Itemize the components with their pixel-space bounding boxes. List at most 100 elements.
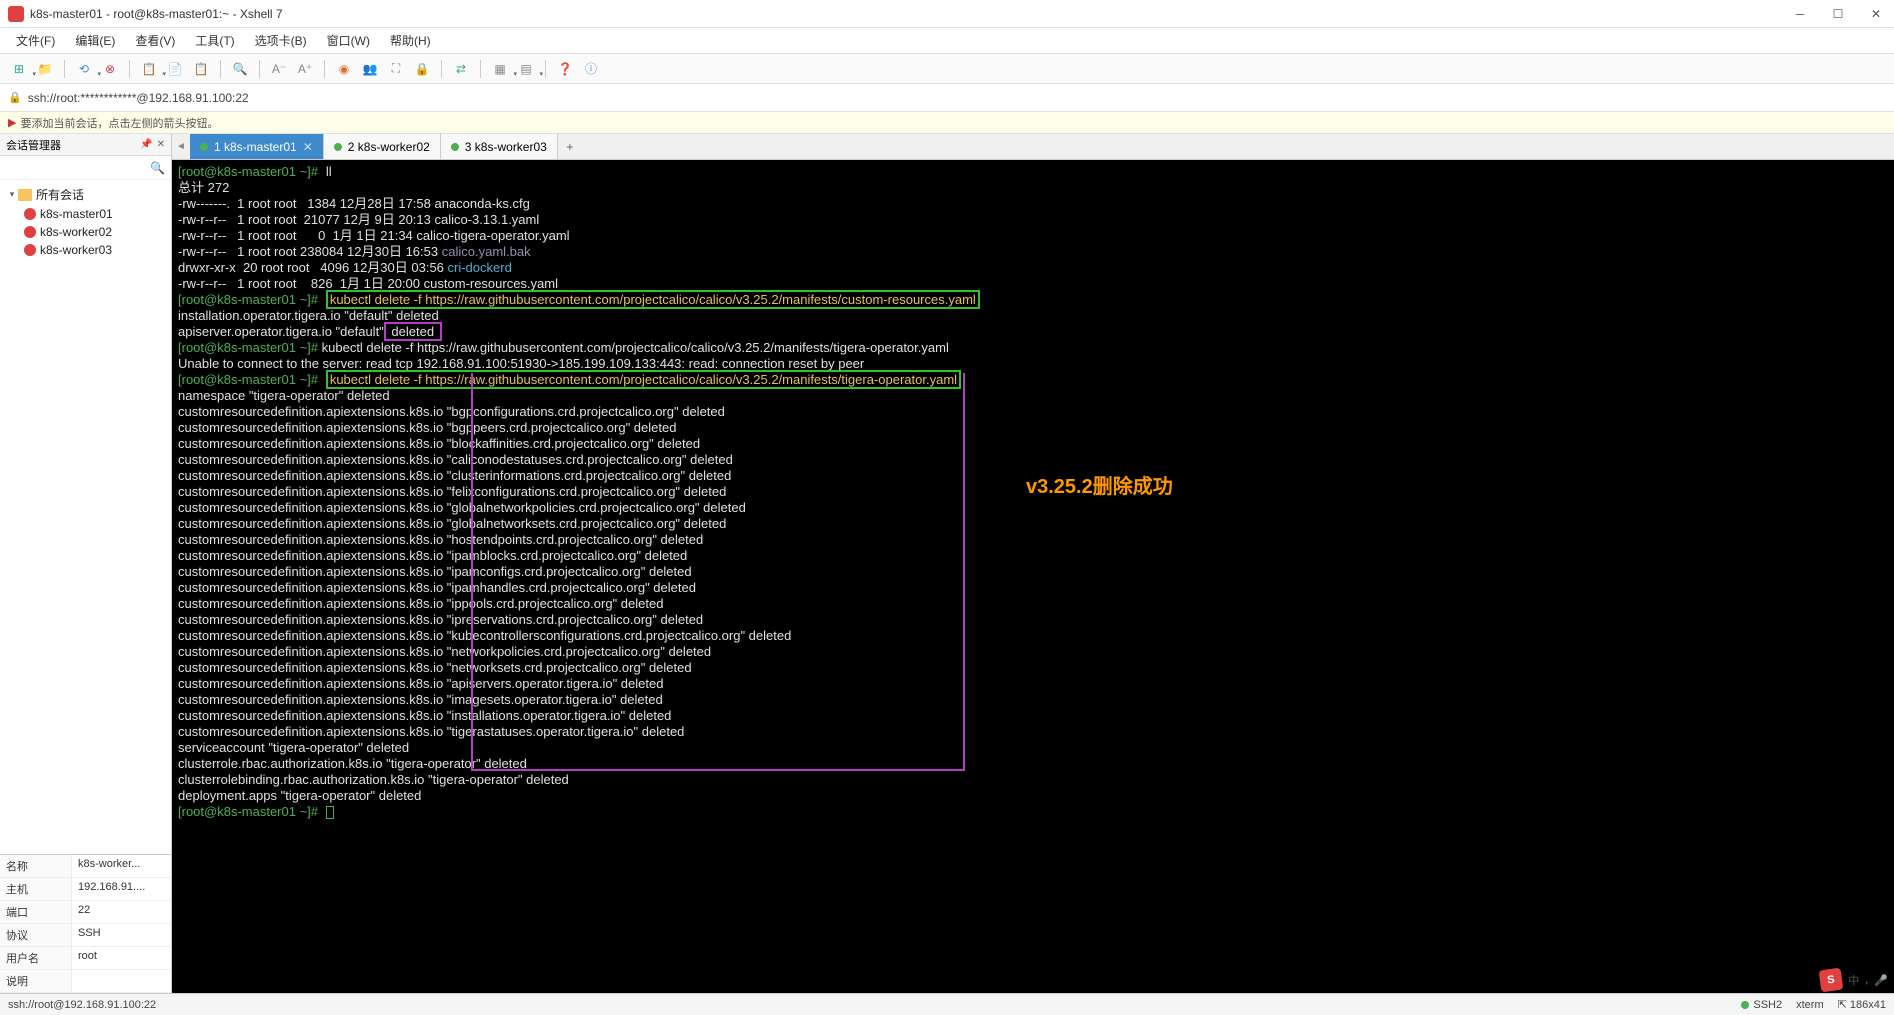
separator — [545, 60, 546, 78]
addressbar: 🔒 ssh://root:************@192.168.91.100… — [0, 84, 1894, 112]
prop-key-desc: 说明 — [0, 970, 72, 992]
prop-val-proto: SSH — [72, 924, 171, 946]
copy-button[interactable]: 📄 — [164, 58, 186, 80]
status-dot-icon — [200, 143, 208, 151]
search-input[interactable] — [6, 162, 150, 174]
menu-tools[interactable]: 工具(T) — [187, 29, 242, 52]
prop-key-port: 端口 — [0, 901, 72, 923]
status-dot-icon — [1741, 1001, 1749, 1009]
tab-master01[interactable]: 1 k8s-master01 ✕ — [190, 134, 324, 159]
tab-scroll-left[interactable]: ◄ — [172, 134, 190, 159]
find-button[interactable]: 🔍 — [229, 58, 251, 80]
statusbar: ssh://root@192.168.91.100:22 SSH2 xterm … — [0, 993, 1894, 1015]
mic-icon[interactable]: 🎤 — [1874, 974, 1888, 987]
xftp-button[interactable]: ⇄ — [450, 58, 472, 80]
disconnect-button[interactable]: ⊗ — [99, 58, 121, 80]
prop-key-user: 用户名 — [0, 947, 72, 969]
ime-sogou-icon[interactable]: S — [1819, 968, 1844, 993]
app-icon — [8, 6, 24, 22]
tree-root[interactable]: ▾ 所有会话 — [0, 184, 171, 205]
lock-icon: 🔒 — [8, 91, 22, 104]
tab-add-button[interactable]: + — [558, 134, 582, 159]
close-button[interactable]: ✕ — [1866, 7, 1886, 21]
separator — [259, 60, 260, 78]
help-button[interactable]: ❓ — [554, 58, 576, 80]
new-session-button[interactable]: ⊞▾ — [8, 58, 30, 80]
menu-edit[interactable]: 编辑(E) — [67, 29, 123, 52]
separator — [220, 60, 221, 78]
titlebar: k8s-master01 - root@k8s-master01:~ - Xsh… — [0, 0, 1894, 28]
prop-key-name: 名称 — [0, 855, 72, 877]
separator — [129, 60, 130, 78]
session-icon — [24, 226, 36, 238]
status-ssh: SSH2 — [1741, 999, 1782, 1011]
tabstrip: ◄ 1 k8s-master01 ✕ 2 k8s-worker02 3 k8s-… — [172, 134, 1894, 160]
layout2-button[interactable]: ▤▾ — [515, 58, 537, 80]
menu-file[interactable]: 文件(F) — [8, 29, 63, 52]
menu-help[interactable]: 帮助(H) — [382, 29, 439, 52]
properties-button[interactable]: 📋▾ — [138, 58, 160, 80]
terminal[interactable]: [root@k8s-master01 ~]# ll 总计 272 -rw----… — [172, 160, 1894, 993]
close-panel-icon[interactable]: ✕ — [157, 139, 165, 150]
folder-icon — [18, 189, 32, 201]
color-button[interactable]: ◉ — [333, 58, 355, 80]
separator — [324, 60, 325, 78]
toolbar: ⊞▾ 📁 ⟲▾ ⊗ 📋▾ 📄 📋 🔍 A⁻ A⁺ ◉ 👥 ⛶ 🔒 ⇄ ▦▾ ▤▾… — [0, 54, 1894, 84]
prop-val-name: k8s-worker... — [72, 855, 171, 877]
prop-val-host: 192.168.91.... — [72, 878, 171, 900]
pin-icon[interactable]: 📌 — [140, 139, 152, 150]
sidebar: 会话管理器 📌 ✕ 🔍 ▾ 所有会话 k8s-master01 k8s-work… — [0, 134, 172, 993]
hintbar: ▶ 要添加当前会话，点击左侧的箭头按钮。 — [0, 112, 1894, 134]
collapse-icon[interactable]: ▾ — [6, 189, 18, 200]
maximize-button[interactable]: ☐ — [1828, 7, 1848, 21]
menu-tabs[interactable]: 选项卡(B) — [247, 29, 315, 52]
sidebar-header: 会话管理器 📌 ✕ — [0, 134, 171, 156]
prop-key-host: 主机 — [0, 878, 72, 900]
lock-button[interactable]: 🔒 — [411, 58, 433, 80]
session-item-worker03[interactable]: k8s-worker03 — [0, 241, 171, 259]
status-dot-icon — [334, 143, 342, 151]
search-row: 🔍 — [0, 156, 171, 180]
ime-lang[interactable]: 中 — [1848, 972, 1859, 988]
flag-icon: ▶ — [8, 116, 16, 129]
session-item-master01[interactable]: k8s-master01 — [0, 205, 171, 223]
reconnect-button[interactable]: ⟲▾ — [73, 58, 95, 80]
font-plus-button[interactable]: A⁺ — [294, 58, 316, 80]
paste-button[interactable]: 📋 — [190, 58, 212, 80]
menu-view[interactable]: 查看(V) — [127, 29, 183, 52]
menubar: 文件(F) 编辑(E) 查看(V) 工具(T) 选项卡(B) 窗口(W) 帮助(… — [0, 28, 1894, 54]
tab-worker02[interactable]: 2 k8s-worker02 — [324, 134, 441, 159]
address-text[interactable]: ssh://root:************@192.168.91.100:2… — [28, 91, 249, 105]
fullscreen-button[interactable]: ⛶ — [385, 58, 407, 80]
session-icon — [24, 208, 36, 220]
status-conn: ssh://root@192.168.91.100:22 — [8, 999, 156, 1011]
layout1-button[interactable]: ▦▾ — [489, 58, 511, 80]
session-item-worker02[interactable]: k8s-worker02 — [0, 223, 171, 241]
minimize-button[interactable]: ─ — [1790, 7, 1810, 21]
separator — [480, 60, 481, 78]
tab-worker03[interactable]: 3 k8s-worker03 — [441, 134, 558, 159]
separator — [64, 60, 65, 78]
prop-val-desc — [72, 970, 171, 992]
window-title: k8s-master01 - root@k8s-master01:~ - Xsh… — [30, 7, 1790, 21]
prop-val-port: 22 — [72, 901, 171, 923]
tab-close-icon[interactable]: ✕ — [303, 140, 313, 154]
open-button[interactable]: 📁 — [34, 58, 56, 80]
session-icon — [24, 244, 36, 256]
status-dot-icon — [451, 143, 459, 151]
status-size: ⇱ 186x41 — [1838, 998, 1886, 1011]
status-term: xterm — [1796, 999, 1824, 1011]
prop-val-user: root — [72, 947, 171, 969]
hint-text: 要添加当前会话，点击左侧的箭头按钮。 — [20, 115, 218, 131]
users-button[interactable]: 👥 — [359, 58, 381, 80]
ime-corner: S 中 , 🎤 — [1820, 969, 1888, 991]
font-minus-button[interactable]: A⁻ — [268, 58, 290, 80]
about-button[interactable]: ⓘ — [580, 58, 602, 80]
prop-key-proto: 协议 — [0, 924, 72, 946]
search-icon[interactable]: 🔍 — [150, 161, 165, 175]
separator — [441, 60, 442, 78]
sidebar-title: 会话管理器 — [6, 137, 61, 153]
properties-panel: 名称k8s-worker... 主机192.168.91.... 端口22 协议… — [0, 854, 171, 993]
menu-window[interactable]: 窗口(W) — [319, 29, 378, 52]
tree-root-label: 所有会话 — [36, 186, 84, 203]
